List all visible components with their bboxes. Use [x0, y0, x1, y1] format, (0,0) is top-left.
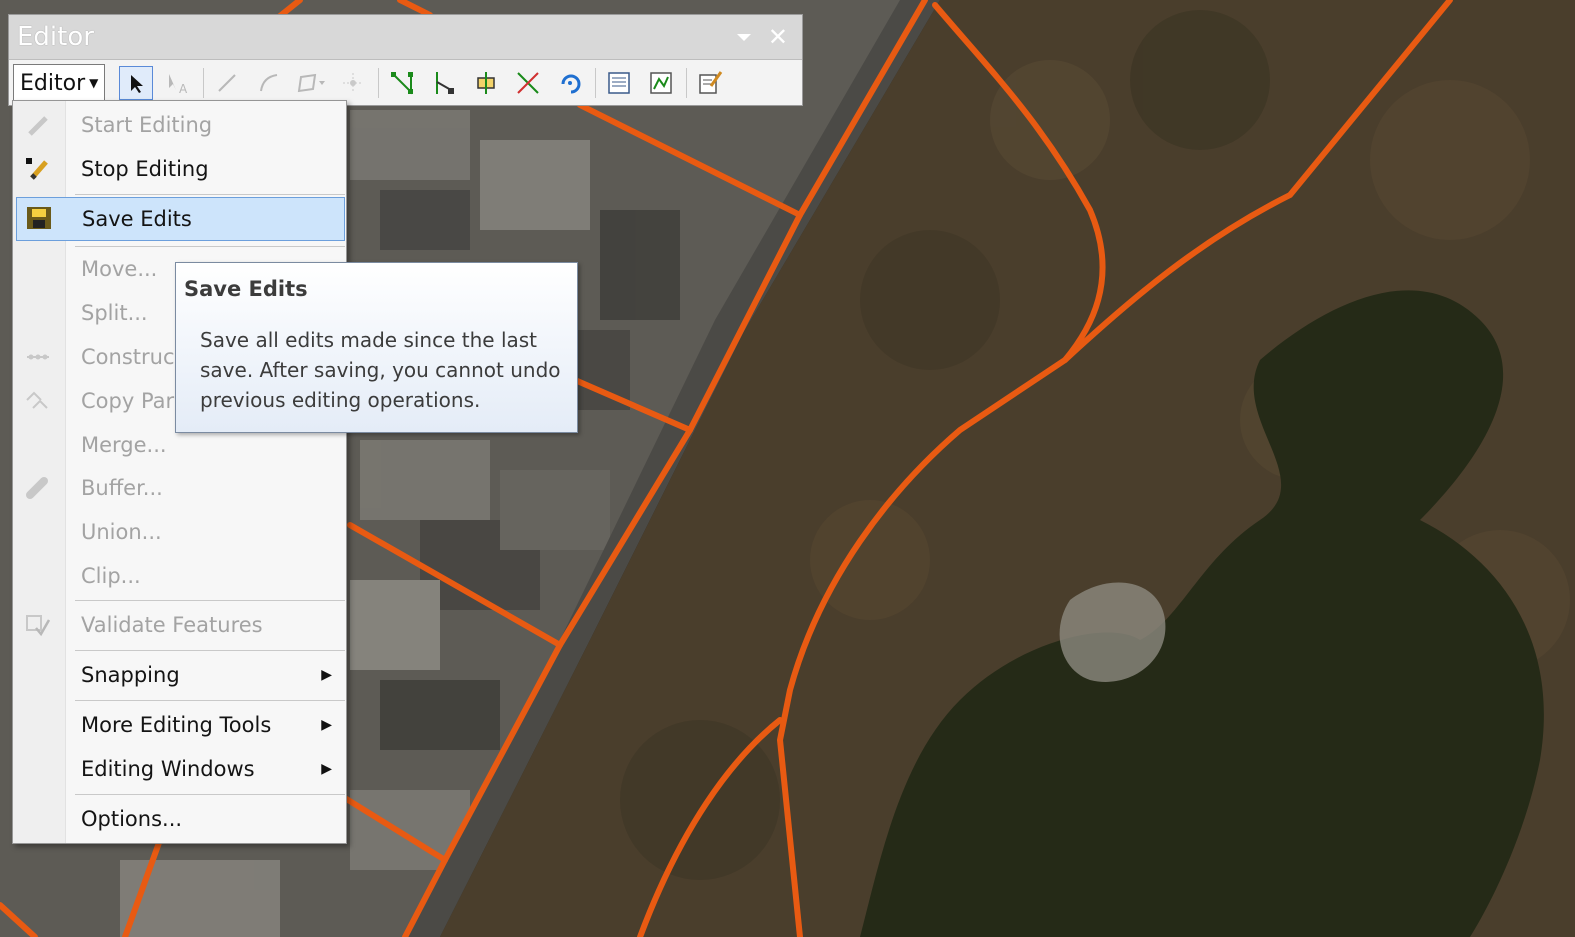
- save-edits-tooltip: Save Edits Save all edits made since the…: [175, 262, 578, 433]
- menu-item-label: Union...: [81, 520, 162, 544]
- menu-item-label: Merge...: [81, 433, 167, 457]
- submenu-arrow-icon: ▶: [321, 761, 332, 777]
- toolbar-separator: [686, 68, 688, 98]
- menu-item-start-editing[interactable]: Start Editing: [13, 105, 346, 145]
- menu-item-save-edits[interactable]: Save Edits: [16, 197, 345, 241]
- save-icon: [24, 204, 54, 232]
- menu-separator: [75, 246, 345, 247]
- copy-parallel-icon: [23, 387, 53, 415]
- menu-item-label: Buffer...: [81, 476, 163, 500]
- tooltip-body: Save all edits made since the last save.…: [200, 328, 561, 412]
- menu-item-label: Editing Windows: [81, 757, 255, 781]
- straight-segment-icon[interactable]: [210, 66, 244, 100]
- chevron-down-icon[interactable]: [734, 27, 754, 47]
- stop-pencil-icon: [23, 155, 53, 183]
- menu-item-label: More Editing Tools: [81, 713, 272, 737]
- point-construction-icon[interactable]: [336, 66, 370, 100]
- menu-separator: [75, 600, 345, 601]
- editor-toolbar-window: Editor ✕ Editor ▼ A: [8, 14, 803, 106]
- menu-separator: [75, 194, 345, 195]
- editor-menu-label: Editor: [20, 70, 86, 96]
- end-point-arc-icon[interactable]: [252, 66, 286, 100]
- menu-item-snapping[interactable]: Snapping ▶: [13, 655, 346, 695]
- rotate-tool-icon[interactable]: [553, 66, 587, 100]
- menu-item-editing-windows[interactable]: Editing Windows ▶: [13, 749, 346, 789]
- validate-icon: [23, 611, 53, 639]
- menu-item-clip[interactable]: Clip...: [13, 556, 346, 596]
- menu-item-label: Stop Editing: [81, 157, 209, 181]
- attributes-icon[interactable]: [602, 66, 636, 100]
- cut-polygons-icon[interactable]: [469, 66, 503, 100]
- toolbar-separator: [378, 68, 380, 98]
- menu-item-buffer[interactable]: Buffer...: [13, 468, 346, 508]
- caret-down-icon: ▼: [89, 76, 99, 90]
- pencil-icon: [23, 111, 53, 139]
- menu-item-union[interactable]: Union...: [13, 512, 346, 552]
- split-tool-icon[interactable]: [511, 66, 545, 100]
- menu-item-label: Clip...: [81, 564, 141, 588]
- menu-item-label: Start Editing: [81, 113, 213, 137]
- menu-item-options[interactable]: Options...: [13, 799, 346, 839]
- submenu-arrow-icon: ▶: [321, 667, 332, 683]
- menu-item-label: Move...: [81, 257, 158, 281]
- svg-text:A: A: [179, 82, 188, 95]
- close-icon[interactable]: ✕: [768, 23, 788, 51]
- menu-item-label: Snapping: [81, 663, 180, 687]
- sketch-properties-icon[interactable]: [644, 66, 678, 100]
- edit-annotation-tool-icon[interactable]: A: [161, 66, 195, 100]
- menu-separator: [75, 700, 345, 701]
- tooltip-title: Save Edits: [184, 277, 308, 301]
- menu-item-stop-editing[interactable]: Stop Editing: [13, 149, 346, 189]
- menu-item-label: Save Edits: [82, 207, 192, 231]
- menu-item-label: Options...: [81, 807, 183, 831]
- trace-construction-icon[interactable]: [294, 66, 328, 100]
- editor-dropdown-menu: Start Editing Stop Editing Save Edits Mo…: [12, 100, 347, 844]
- menu-item-label: Split...: [81, 301, 148, 325]
- menu-item-more-editing-tools[interactable]: More Editing Tools ▶: [13, 705, 346, 745]
- edit-tool-arrow-icon[interactable]: [119, 66, 154, 100]
- create-features-icon[interactable]: [693, 66, 727, 100]
- toolbar-title-bar[interactable]: Editor ✕: [9, 15, 802, 60]
- menu-separator: [75, 650, 345, 651]
- toolbar-separator: [595, 68, 597, 98]
- menu-item-validate-features[interactable]: Validate Features: [13, 605, 346, 645]
- editor-menu-button[interactable]: Editor ▼: [13, 64, 106, 102]
- toolbar-title: Editor: [17, 22, 94, 52]
- construct-points-icon: [23, 343, 53, 371]
- submenu-arrow-icon: ▶: [321, 717, 332, 733]
- menu-item-label: Validate Features: [81, 613, 263, 637]
- toolbar-separator: [203, 68, 205, 98]
- reshape-feature-icon[interactable]: [427, 66, 461, 100]
- menu-separator: [75, 794, 345, 795]
- buffer-icon: [23, 474, 53, 502]
- edit-vertices-icon[interactable]: [385, 66, 419, 100]
